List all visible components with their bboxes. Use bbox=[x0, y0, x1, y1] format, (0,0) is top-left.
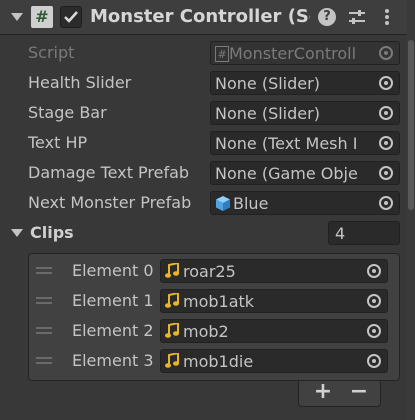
collapse-arrow-icon[interactable] bbox=[11, 13, 23, 21]
element-3-value: mob1die bbox=[183, 352, 254, 371]
object-picker-icon bbox=[367, 354, 381, 368]
object-picker-icon bbox=[379, 106, 393, 120]
element-0-label: Element 0 bbox=[72, 261, 154, 280]
next-monster-prefab-field[interactable]: Blue bbox=[210, 191, 400, 215]
next-monster-prefab-value: Blue bbox=[233, 194, 269, 213]
next-monster-prefab-label: Next Monster Prefab bbox=[28, 193, 192, 212]
health-slider-label: Health Slider bbox=[28, 73, 132, 92]
object-picker-icon bbox=[379, 136, 393, 150]
element-2-label: Element 2 bbox=[72, 321, 154, 340]
text-hp-field[interactable]: None (Text Mesh I bbox=[210, 131, 400, 155]
drag-handle-icon[interactable] bbox=[36, 357, 52, 364]
clips-size-field[interactable]: 4 bbox=[328, 221, 400, 245]
component-header[interactable]: # Monster Controller (Scr ? bbox=[0, 0, 415, 35]
script-file-icon: # bbox=[215, 46, 229, 62]
object-picker-button[interactable] bbox=[373, 132, 399, 154]
object-picker-button[interactable] bbox=[361, 350, 387, 372]
component-title: Monster Controller (Scr bbox=[90, 6, 310, 27]
element-0-value: roar25 bbox=[183, 262, 236, 281]
stage-bar-value: None (Slider) bbox=[215, 104, 320, 123]
script-label: Script bbox=[28, 43, 75, 62]
element-2-value: mob2 bbox=[183, 322, 229, 341]
object-picker-button[interactable] bbox=[361, 320, 387, 342]
element-1-label: Element 1 bbox=[72, 291, 154, 310]
damage-text-prefab-field[interactable]: None (Game Obje bbox=[210, 161, 400, 185]
text-hp-value: None (Text Mesh I bbox=[215, 134, 358, 153]
object-picker-icon bbox=[379, 166, 393, 180]
element-2-field[interactable]: mob2 bbox=[160, 319, 388, 343]
audio-clip-icon bbox=[165, 323, 179, 338]
object-picker-button[interactable] bbox=[373, 162, 399, 184]
object-picker-icon bbox=[367, 294, 381, 308]
drag-handle-icon[interactable] bbox=[36, 267, 52, 274]
element-3-label: Element 3 bbox=[72, 351, 154, 370]
script-field[interactable]: # MonsterControll bbox=[210, 41, 400, 65]
help-icon[interactable]: ? bbox=[318, 8, 336, 26]
clips-foldout-arrow-icon[interactable] bbox=[11, 229, 23, 237]
svg-text:#: # bbox=[218, 48, 227, 61]
object-picker-icon bbox=[367, 324, 381, 338]
clips-size-value: 4 bbox=[335, 224, 346, 243]
kebab-menu-icon[interactable] bbox=[380, 7, 394, 27]
text-hp-label: Text HP bbox=[28, 133, 88, 152]
csharp-script-icon: # bbox=[31, 6, 53, 28]
object-picker-button[interactable] bbox=[373, 192, 399, 214]
clips-label[interactable]: Clips bbox=[30, 223, 74, 242]
object-picker-button[interactable] bbox=[373, 102, 399, 124]
stage-bar-label: Stage Bar bbox=[28, 103, 107, 122]
checkmark-icon bbox=[64, 11, 78, 23]
list-footer: + − bbox=[298, 381, 381, 407]
stage-bar-field[interactable]: None (Slider) bbox=[210, 101, 400, 125]
health-slider-field[interactable]: None (Slider) bbox=[210, 71, 400, 95]
object-picker-button bbox=[373, 42, 399, 64]
remove-element-button[interactable]: − bbox=[341, 381, 377, 405]
element-1-field[interactable]: mob1atk bbox=[160, 289, 388, 313]
script-field-value: MonsterControll bbox=[229, 44, 357, 63]
presets-icon[interactable] bbox=[347, 7, 367, 27]
object-picker-icon bbox=[367, 264, 381, 278]
object-picker-button[interactable] bbox=[361, 260, 387, 282]
object-picker-icon bbox=[379, 196, 393, 210]
drag-handle-icon[interactable] bbox=[36, 327, 52, 334]
element-0-field[interactable]: roar25 bbox=[160, 259, 388, 283]
object-picker-icon bbox=[379, 76, 393, 90]
object-picker-button[interactable] bbox=[373, 72, 399, 94]
element-1-value: mob1atk bbox=[183, 292, 255, 311]
drag-handle-icon[interactable] bbox=[36, 297, 52, 304]
add-element-button[interactable]: + bbox=[305, 381, 341, 405]
component-enabled-checkbox[interactable] bbox=[60, 6, 82, 28]
object-picker-button[interactable] bbox=[361, 290, 387, 312]
element-3-field[interactable]: mob1die bbox=[160, 349, 388, 373]
audio-clip-icon bbox=[165, 293, 179, 308]
scrollbar-thumb[interactable] bbox=[408, 40, 414, 210]
damage-text-prefab-value: None (Game Obje bbox=[215, 164, 358, 183]
inspector-scrollbar[interactable] bbox=[407, 0, 415, 420]
audio-clip-icon bbox=[165, 263, 179, 278]
health-slider-value: None (Slider) bbox=[215, 74, 320, 93]
prefab-cube-icon bbox=[216, 196, 230, 211]
audio-clip-icon bbox=[165, 353, 179, 368]
damage-text-prefab-label: Damage Text Prefab bbox=[28, 163, 190, 182]
object-picker-icon bbox=[379, 46, 393, 60]
